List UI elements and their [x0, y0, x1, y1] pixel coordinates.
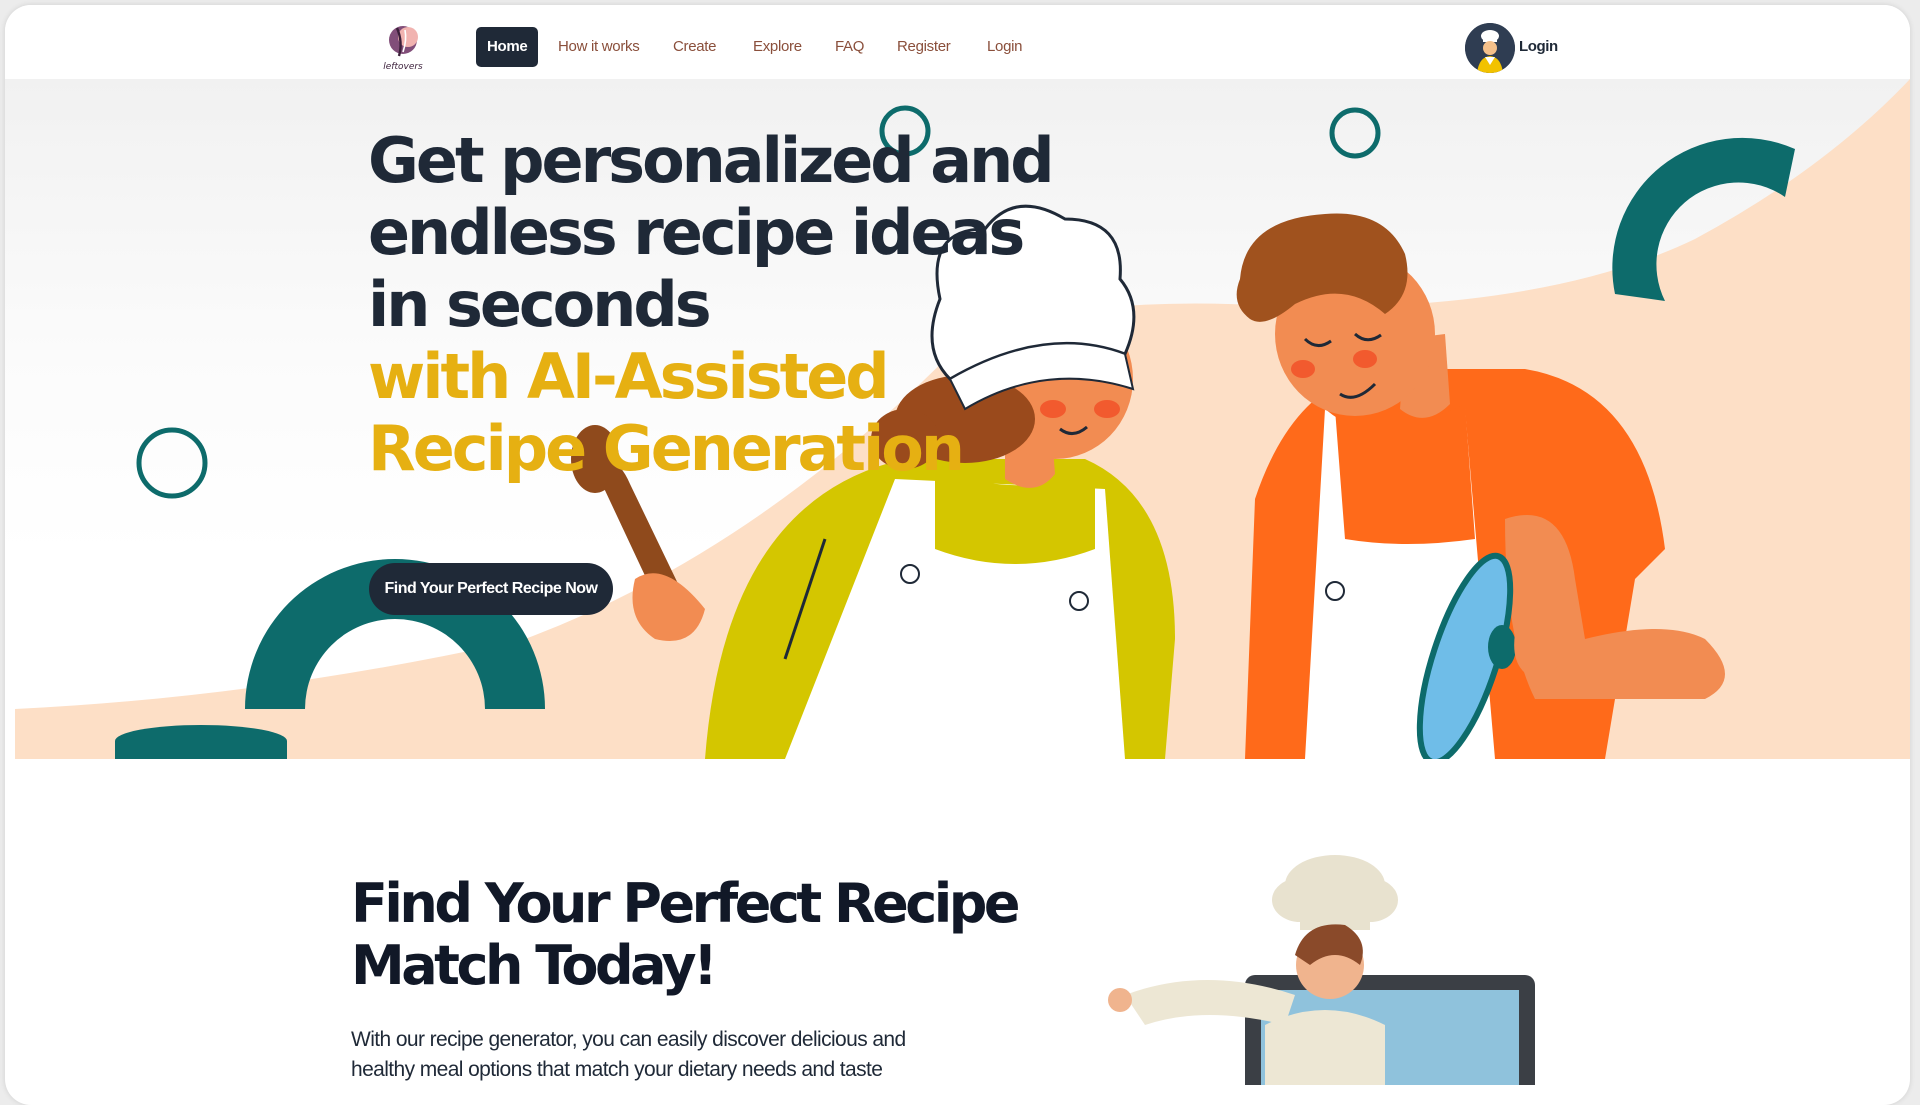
decor-circle-icon — [1329, 107, 1381, 159]
hero-title-line: Get personalized and — [368, 124, 1055, 197]
navbar: leftovers Home How it works Create Explo… — [5, 5, 1910, 79]
find-recipe-button[interactable]: Find Your Perfect Recipe Now — [369, 563, 613, 615]
section-description: With our recipe generator, you can easil… — [351, 1028, 906, 1081]
hero-title: Get personalized and endless recipe idea… — [368, 124, 1055, 485]
profile-login-link[interactable]: Login — [1519, 27, 1558, 67]
logo-wordmark: leftovers — [383, 62, 423, 72]
section-title: Find Your Perfect Recipe Match Today! — [351, 872, 1021, 997]
nav-create[interactable]: Create — [673, 27, 717, 67]
nav-home[interactable]: Home — [476, 27, 539, 67]
hero-accent-line: with AI-Assisted — [368, 340, 890, 413]
hero-title-line: endless recipe ideas — [368, 196, 1025, 269]
nav-faq[interactable]: FAQ — [835, 27, 864, 67]
decor-circle-icon — [136, 427, 208, 499]
browser-page: leftovers Home How it works Create Explo… — [5, 5, 1910, 1105]
avatar[interactable] — [1465, 23, 1515, 73]
laptop-chef-illustration — [1108, 855, 1535, 1085]
nav-how-it-works[interactable]: How it works — [558, 27, 640, 67]
section-title-line: Match Today! — [351, 934, 718, 997]
hero-section: Get personalized and endless recipe idea… — [5, 79, 1910, 759]
hero-accent-line: Recipe Generation — [368, 412, 965, 485]
nav-login[interactable]: Login — [987, 27, 1023, 67]
leftovers-logo[interactable]: leftovers — [377, 18, 429, 74]
nav-register[interactable]: Register — [897, 27, 951, 67]
hero-title-line: in seconds — [368, 268, 712, 341]
chef-avatar-icon — [1465, 23, 1515, 73]
nav-explore[interactable]: Explore — [753, 27, 802, 67]
section-title-line: Find Your Perfect Recipe — [351, 872, 1021, 935]
